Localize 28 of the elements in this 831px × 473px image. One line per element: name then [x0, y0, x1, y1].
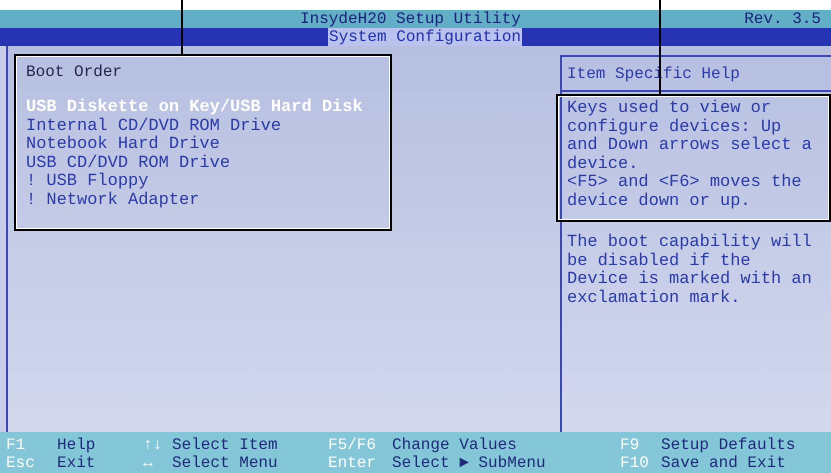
key-label: F10: [620, 454, 650, 472]
help-text: <F5> and <F6> moves the device down or up.: [567, 174, 803, 211]
key-action: Select Item: [172, 436, 278, 454]
help-text: Keys used to view or configure devices: Up and Down arrows select a device.: [567, 100, 813, 174]
key-action: Setup Defaults: [661, 436, 796, 454]
key-action: Select Menu: [172, 454, 278, 472]
key-label: F5/F6: [328, 436, 378, 454]
key-action: Save and Exit: [661, 454, 786, 472]
boot-device-item[interactable]: Internal CD/DVD ROM Drive: [26, 118, 282, 136]
key-label: F9: [620, 436, 640, 454]
boot-device-item[interactable]: USB CD/DVD ROM Drive: [26, 154, 230, 173]
key-action: Help: [57, 436, 96, 454]
key-label: ↑↓: [143, 436, 164, 454]
boot-device-item[interactable]: ! USB Floppy: [26, 173, 148, 192]
key-label: Enter: [328, 454, 378, 472]
key-action: Select ► SubMenu: [392, 454, 546, 472]
key-label: Esc: [6, 454, 36, 472]
boot-device-item[interactable]: Notebook Hard Drive: [26, 136, 220, 154]
key-label: F1: [6, 436, 26, 454]
window-title: InsydeH20 Setup Utility: [300, 10, 521, 28]
key-action: Exit: [57, 454, 96, 472]
revision-label: Rev. 3.5: [744, 10, 821, 28]
section-title: Boot Order: [26, 63, 124, 81]
key-action: Change Values: [392, 436, 517, 454]
help-text: The boot capability will be disabled if the Device is marked with an exclamation mark.: [567, 234, 813, 308]
key-label: ↔: [143, 454, 154, 472]
menu-tab[interactable]: System Configuration: [328, 28, 522, 46]
boot-device-item[interactable]: ! Network Adapter: [26, 192, 200, 210]
